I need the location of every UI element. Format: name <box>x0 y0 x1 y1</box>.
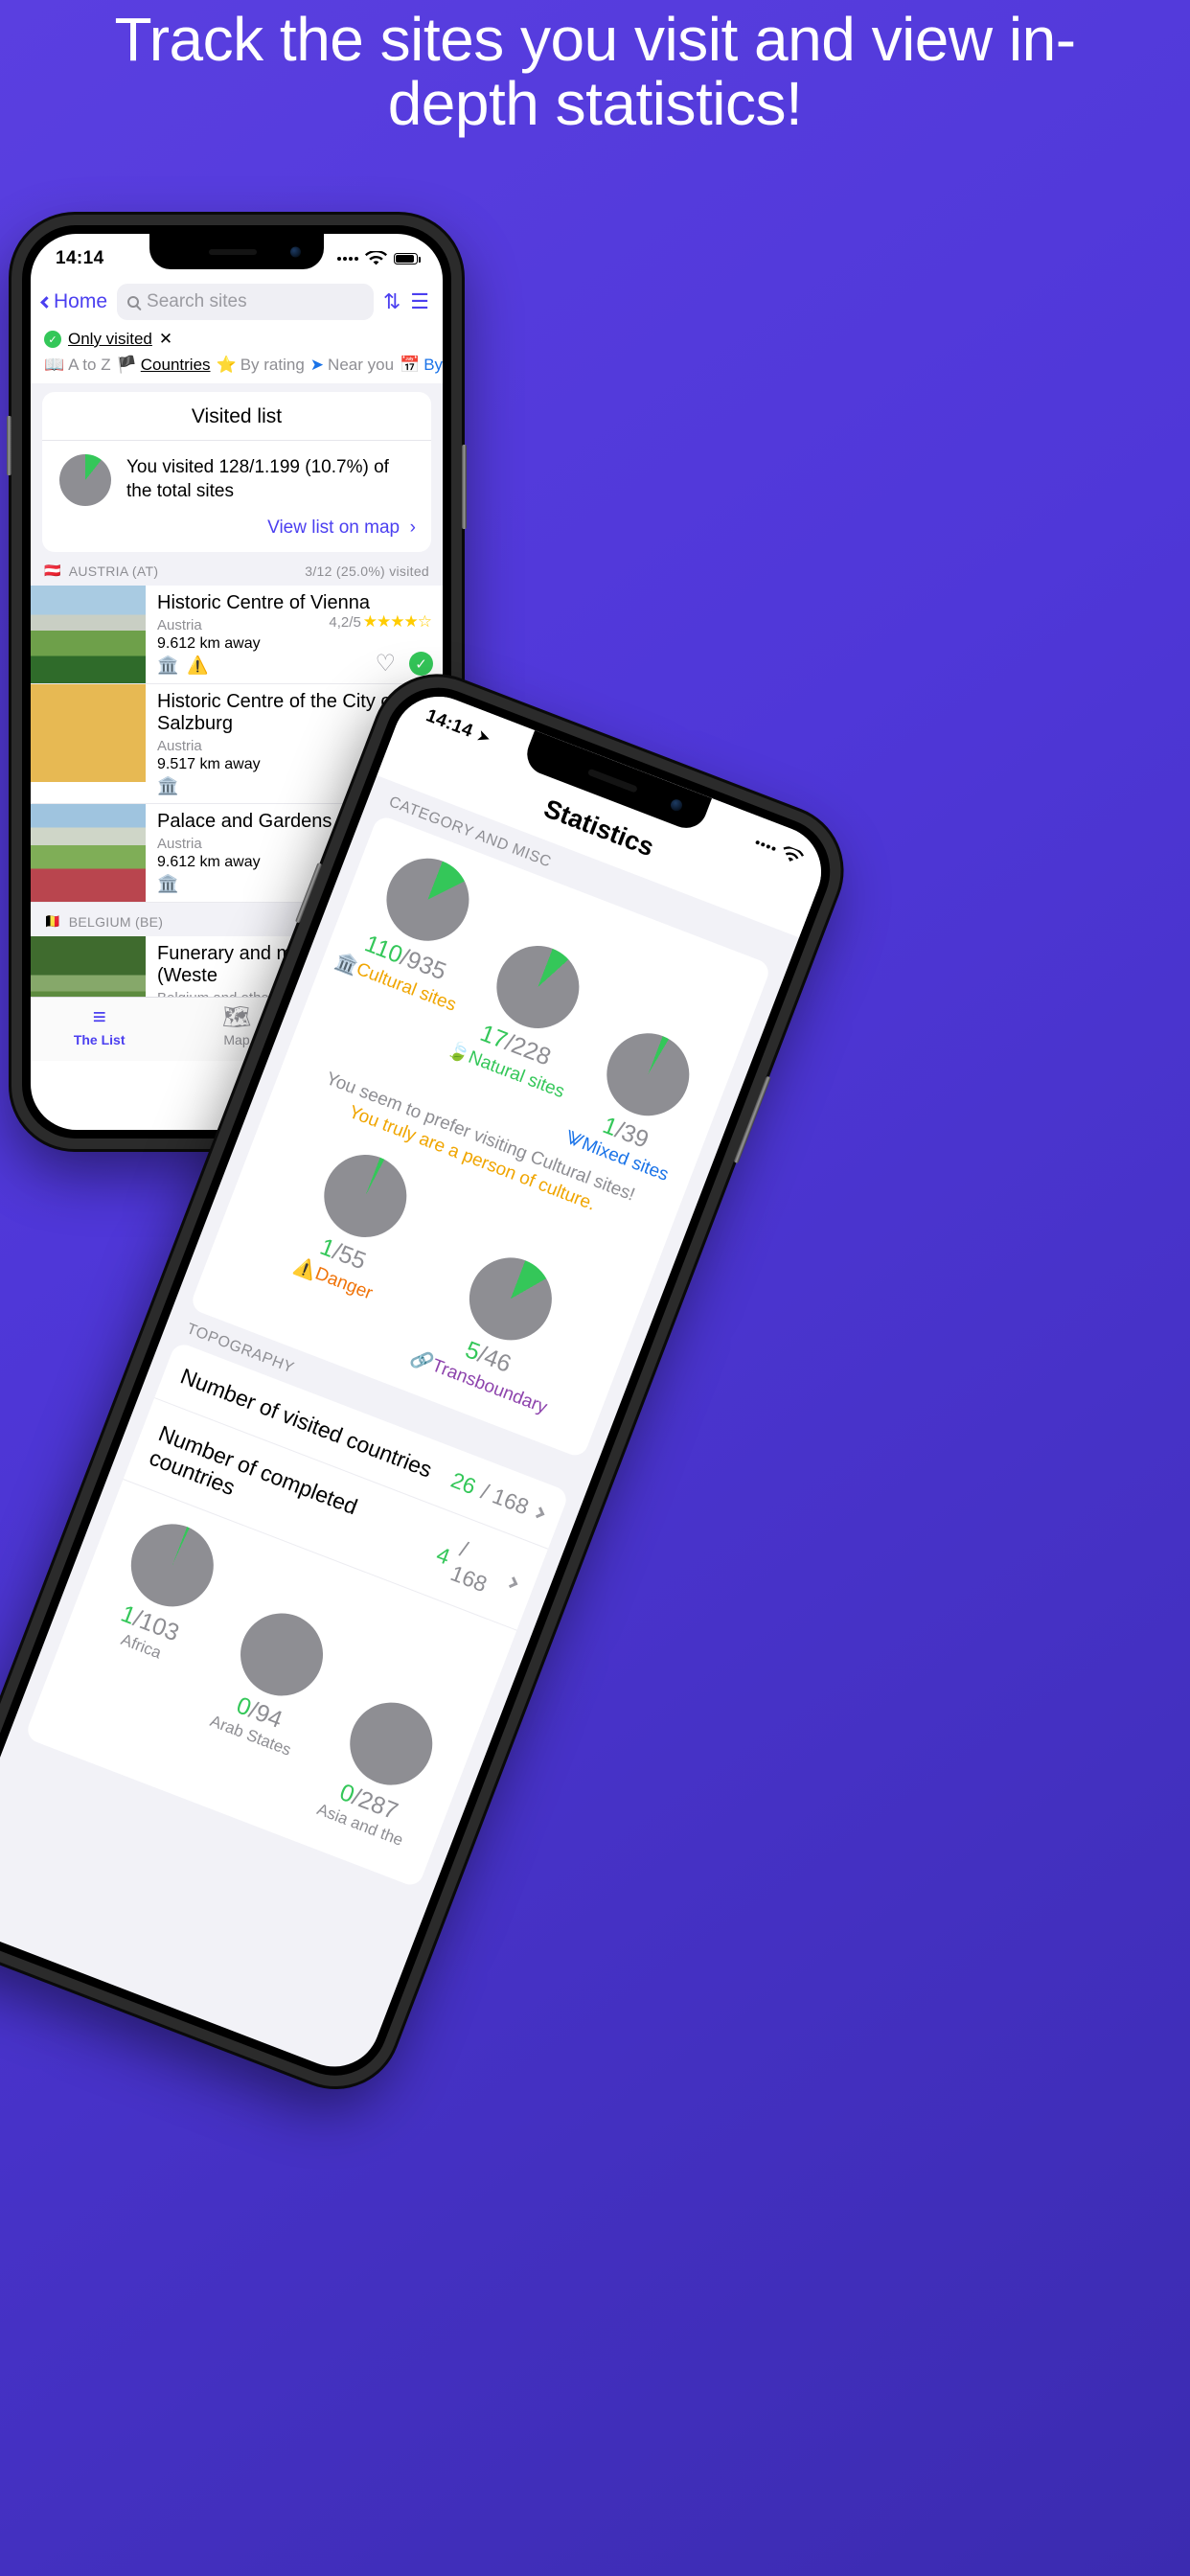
flag-icon-at: 🇦🇹 <box>44 563 61 578</box>
site-thumbnail <box>31 804 146 902</box>
sliders-icon[interactable]: ☰ <box>410 289 429 314</box>
page-title: Track the sites you visit and view in-de… <box>114 5 1077 139</box>
stat-transboundary[interactable]: 5/46 🔗Transboundary <box>407 1234 592 1418</box>
country-name: BELGIUM (BE) <box>68 913 164 930</box>
visited-card-text: You visited 128/1.199 (10.7%) of the tot… <box>126 457 389 501</box>
status-time: 14:14 <box>423 705 476 743</box>
sort-option-a-to-z[interactable]: 📖 A to Z <box>44 356 111 375</box>
visited-pie-chart <box>59 454 111 506</box>
search-placeholder: Search sites <box>147 291 247 311</box>
filter-chip-label[interactable]: Only visited <box>68 330 152 349</box>
tab-the-list[interactable]: ≡ The List <box>31 1004 168 1048</box>
site-thumbnail <box>31 684 146 782</box>
visited-card-title: Visited list <box>42 392 431 441</box>
sort-arrows-icon[interactable]: ⇅ <box>383 289 400 314</box>
close-icon[interactable]: ✕ <box>159 330 172 349</box>
cultural-icon: 🏛️ <box>157 874 179 893</box>
search-icon <box>127 296 140 308</box>
rating-value: 4,2/5 <box>329 613 361 631</box>
cultural-icon: 🏛️ <box>157 776 179 795</box>
sort-option-near-you[interactable]: ➤ Near you <box>310 356 394 375</box>
signal-dots-icon <box>755 840 777 852</box>
cultural-icon: 🏛️ <box>157 656 179 675</box>
visited-list-card: Visited list You visited 128/1.199 (10.7… <box>42 392 431 552</box>
green-check-icon: ✓ <box>44 331 61 348</box>
tab-label: The List <box>73 1032 126 1048</box>
topo-value: 4/ 168 <box>428 1530 525 1608</box>
back-button-label: Home <box>54 290 108 312</box>
topo-total: / 168 <box>477 1478 533 1520</box>
search-input[interactable]: Search sites <box>117 284 374 320</box>
wifi-icon <box>783 845 805 862</box>
sort-option-label: A to Z <box>68 356 111 374</box>
tab-label: Map <box>223 1032 250 1048</box>
signal-dots-icon <box>337 257 358 261</box>
sort-option-label: Countries <box>140 356 211 374</box>
calendar-icon: 📅 <box>400 356 421 374</box>
sort-options-row: 📖 A to Z 🏴 Countries ⭐ By rating ➤ Near you … <box>31 354 443 383</box>
country-section-header-at: 🇦🇹 AUSTRIA (AT) 3/12 (25.0%) visited <box>31 552 443 586</box>
flag-icon-be: 🇧🇪 <box>44 913 61 929</box>
site-thumbnail <box>31 586 146 683</box>
back-button[interactable]: Home <box>40 290 108 313</box>
view-list-on-map-link[interactable]: View list on map › <box>42 516 431 552</box>
site-name: Historic Centre of Vienna <box>157 592 370 613</box>
table-row[interactable]: Historic Centre of Vienna Austria 9.612 … <box>31 586 443 684</box>
book-icon: 📖 <box>44 356 65 374</box>
chevron-right-icon <box>506 1576 518 1588</box>
chevron-left-icon <box>40 295 53 309</box>
topo-total: / 168 <box>446 1535 492 1598</box>
navigation-arrow-icon: ➤ <box>309 356 325 374</box>
wifi-icon <box>365 250 387 264</box>
chevron-right-icon: › <box>404 518 416 538</box>
flag-icon: 🏴 <box>116 356 137 374</box>
heart-outline-icon[interactable]: ♡ <box>375 650 396 678</box>
rating-stars: ★★★★☆ <box>362 612 432 631</box>
phone1-power-button <box>462 445 467 529</box>
battery-icon <box>394 253 421 264</box>
phone1-nav-bar: Home Search sites ⇅ ☰ <box>31 278 443 328</box>
view-map-label: View list on map <box>267 518 400 538</box>
stat-danger[interactable]: 1/55 ⚠️Danger <box>246 1132 447 1357</box>
phone1-status-bar: 14:14 <box>31 234 443 278</box>
sort-option-label: By ins <box>423 356 443 374</box>
list-icon: ≡ <box>92 1004 106 1030</box>
site-rating: 4,2/5 ★★★★☆ <box>329 612 432 632</box>
chevron-right-icon <box>533 1506 545 1519</box>
sort-option-label: Near you <box>328 356 395 374</box>
country-name: AUSTRIA (AT) <box>68 563 159 579</box>
sort-option-label: By rating <box>240 356 305 374</box>
danger-icon: ⚠️ <box>187 656 209 675</box>
phone1-volume-button <box>7 416 11 475</box>
site-thumbnail <box>31 936 146 997</box>
active-filter-row: ✓ Only visited ✕ <box>31 328 443 354</box>
star-icon: ⭐ <box>216 356 237 374</box>
location-arrow-icon: ➤ <box>473 725 493 748</box>
country-progress: 3/12 (25.0%) visited <box>305 563 429 579</box>
sort-option-by-inscription[interactable]: 📅By ins <box>400 356 443 375</box>
sort-option-by-rating[interactable]: ⭐ By rating <box>217 356 305 375</box>
topo-count: 26 <box>447 1466 480 1500</box>
status-time: 14:14 <box>56 248 104 268</box>
visited-check-icon[interactable]: ✓ <box>409 652 433 676</box>
sort-option-countries[interactable]: 🏴 Countries <box>117 356 211 375</box>
